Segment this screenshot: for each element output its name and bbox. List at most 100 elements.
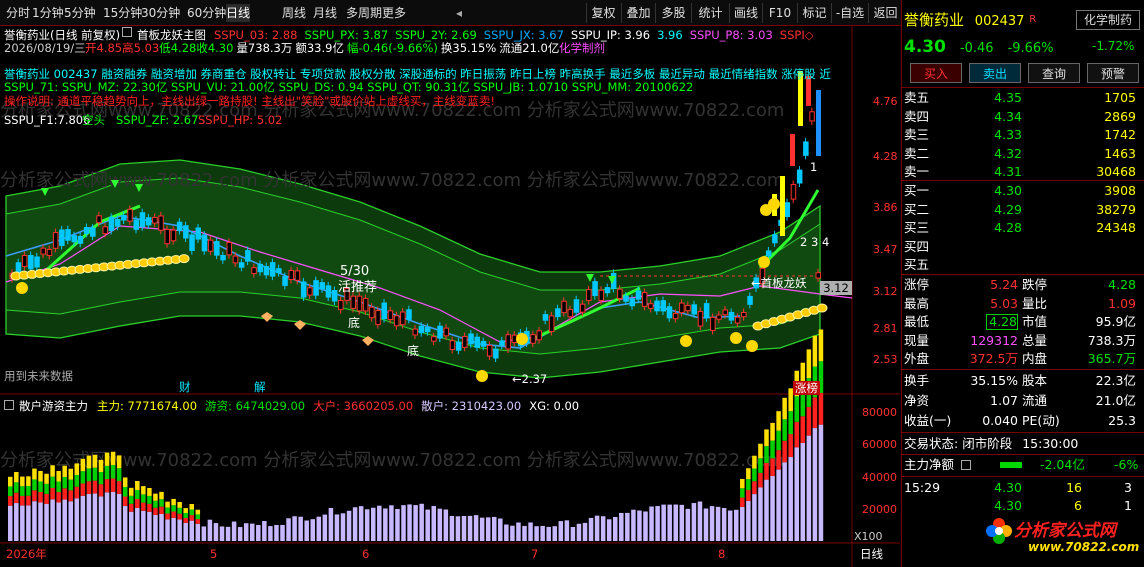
toolbar-item-9[interactable]: 多周期: [346, 4, 382, 22]
book-price-buy: 4.30: [994, 183, 1022, 198]
vol-retail: [237, 527, 243, 541]
candle-body: [381, 302, 387, 320]
sspu-values: SSPU_03: 2.88 SSPU_PX: 3.87 SSPU_2Y: 2.69 S…: [214, 28, 821, 42]
trade-button-1[interactable]: 卖出: [969, 63, 1021, 83]
vol-big: [764, 462, 769, 480]
candle-body: [679, 302, 685, 314]
toolbar-right-0[interactable]: 复权: [586, 3, 620, 23]
vol-hot: [752, 468, 757, 482]
vol-retail: [546, 526, 551, 541]
toolbar-right-3[interactable]: 统计: [691, 3, 729, 23]
vol-retail: [461, 516, 467, 541]
toolbar-item-4[interactable]: 30分钟: [141, 4, 180, 22]
toolbar-item-1[interactable]: 1分钟: [32, 4, 64, 22]
toolbar-right-5[interactable]: F10: [762, 3, 797, 23]
vol-hot: [50, 476, 55, 488]
candle-body: [90, 227, 96, 237]
vol-retail: [346, 510, 352, 541]
candle-body: [369, 306, 375, 319]
zhangbang-badge[interactable]: 涨榜: [793, 381, 820, 395]
candle-body: [170, 229, 177, 242]
quote2-value: 35.15%: [970, 373, 1018, 388]
sspu-item: SSPI◇: [779, 28, 814, 42]
vol-retail: [540, 525, 545, 541]
candle-body: [455, 341, 462, 351]
toolbar-item-6[interactable]: 日线: [226, 4, 251, 22]
trade-button-2[interactable]: 查询: [1028, 63, 1080, 83]
book-volume-sell: 1463: [1104, 145, 1136, 161]
toolbar-right-7[interactable]: -自选: [831, 3, 868, 23]
more-arrow-icon[interactable]: ◂: [456, 4, 462, 22]
trade-button-3[interactable]: 预警: [1087, 63, 1139, 83]
vol-hot: [189, 509, 194, 516]
candle-body: [176, 221, 183, 231]
vol-retail: [407, 504, 412, 541]
candle-body: [815, 272, 821, 279]
candle-body: [418, 325, 425, 334]
cai-marker[interactable]: 财: [179, 380, 191, 394]
vol-main: [26, 476, 31, 487]
trade-button-0[interactable]: 买入: [910, 63, 962, 83]
candle-body: [313, 280, 319, 296]
quote-value: 95.9亿: [1095, 314, 1136, 330]
vol-big: [818, 392, 824, 425]
smile-icon: [680, 335, 692, 347]
net-flow-icon[interactable]: [961, 460, 971, 470]
vol-retail: [116, 493, 122, 541]
toolbar-item-3[interactable]: 15分钟: [103, 4, 142, 22]
toolbar-right-6[interactable]: 标记: [797, 3, 831, 23]
book-label-sell: 卖一: [904, 164, 930, 180]
vol-big: [129, 503, 134, 512]
book-price-buy: [962, 256, 1022, 274]
time-tick: 7: [531, 547, 539, 561]
panel-dropdown-icon[interactable]: [4, 400, 14, 410]
toolbar-right-4[interactable]: 画线: [729, 3, 762, 23]
ohlc-item: 幅-0.46(-9.66%): [346, 41, 438, 55]
net-flow-value: -2.04亿: [1040, 457, 1085, 472]
indicator-name[interactable]: 首板龙妖主图: [137, 28, 206, 42]
toolbar-item-7[interactable]: 周线: [282, 4, 306, 22]
vol-retail: [818, 424, 824, 541]
tick-volume: 16: [1066, 480, 1082, 495]
vol-big: [788, 434, 793, 458]
candle-body: [220, 255, 226, 261]
vol-retail: [395, 508, 400, 541]
vol-retail: [74, 498, 80, 541]
vol-big: [758, 472, 763, 488]
vol-retail: [141, 510, 146, 541]
indicator-dropdown-icon[interactable]: [122, 27, 132, 37]
kline-chart[interactable]: 分析家公式网www.70822.com 分析家公式网www.70822.com …: [0, 26, 900, 567]
toolbar-item-0[interactable]: 分时: [6, 4, 30, 22]
quote-value: 365.7万: [1087, 351, 1136, 367]
vol-retail: [377, 505, 382, 541]
vol-main: [159, 491, 164, 500]
toolbar-item-8[interactable]: 月线: [313, 4, 337, 22]
vol-retail: [86, 494, 92, 541]
candle-body: [617, 288, 623, 300]
candle-body: [294, 270, 301, 281]
toolbar-right-1[interactable]: 叠加: [621, 3, 655, 23]
vol-retail: [643, 511, 648, 541]
candle-big: [790, 134, 795, 166]
volume-tick: 20000: [862, 503, 897, 516]
vol-big: [98, 484, 104, 497]
vol-hot: [62, 476, 67, 489]
toolbar-item-5[interactable]: 60分钟: [187, 4, 226, 22]
mark-1: 1: [810, 160, 818, 174]
volume-panel-title[interactable]: 散户游资主力: [19, 399, 88, 413]
vol-retail: [80, 495, 86, 541]
candle-body: [747, 295, 753, 305]
toolbar-item-10[interactable]: 更多: [382, 4, 406, 22]
vol-main: [116, 455, 122, 469]
toolbar-item-2[interactable]: 5分钟: [64, 4, 96, 22]
sector-button[interactable]: 化学制药: [1076, 10, 1140, 30]
vol-hot: [776, 430, 781, 451]
period-label[interactable]: 日线: [860, 547, 883, 561]
vol-retail: [189, 520, 194, 541]
toolbar-right-2[interactable]: 多股: [655, 3, 691, 23]
toolbar-right-8[interactable]: 返回: [868, 3, 902, 23]
vol-big: [153, 507, 158, 515]
jie-marker[interactable]: 解: [254, 380, 266, 394]
candle-body: [201, 234, 208, 252]
vol-main: [38, 470, 43, 482]
